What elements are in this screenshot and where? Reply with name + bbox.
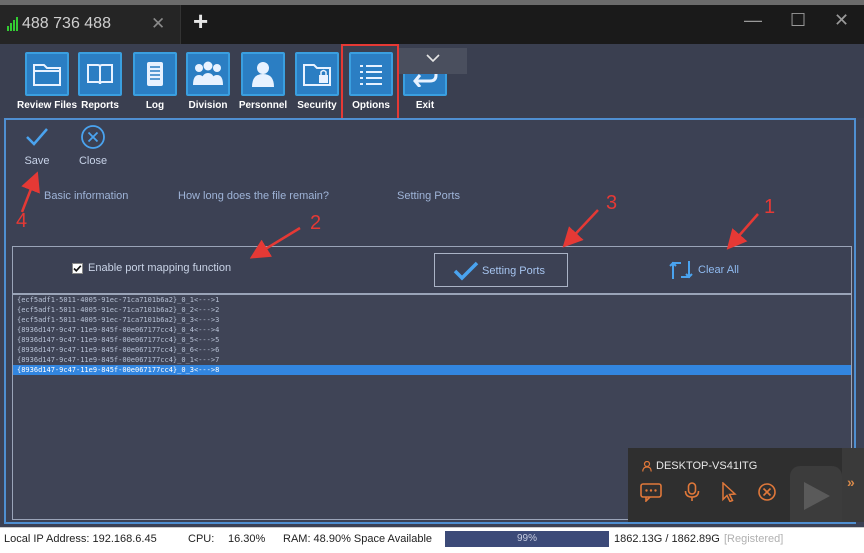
remote-screen-preview[interactable] — [790, 466, 842, 522]
ram-status: RAM: 48.90% Space Available — [283, 533, 432, 545]
close-circle-icon[interactable] — [757, 482, 777, 502]
cpu-value: 16.30% — [228, 533, 266, 545]
expand-icon: » — [847, 474, 855, 490]
cpu-label: CPU: — [188, 533, 215, 545]
disk-usage-percent: 99% — [516, 533, 537, 544]
disk-space: 1862.13G / 1862.89G — [614, 533, 720, 545]
registration-status: [Registered] — [724, 533, 784, 545]
pointer-icon[interactable] — [720, 482, 738, 502]
annotation-arrow-2 — [249, 226, 301, 259]
chat-icon[interactable] — [640, 482, 662, 502]
play-icon — [804, 482, 830, 510]
annotation-arrow-3 — [562, 209, 599, 248]
annotation-arrow-1 — [726, 213, 759, 250]
mic-icon[interactable] — [683, 482, 701, 502]
expand-panel-button[interactable]: » — [842, 448, 864, 522]
ip-address: Local IP Address: 192.168.6.45 — [4, 533, 157, 545]
remote-host-name: DESKTOP-VS41ITG — [656, 460, 758, 472]
user-icon — [642, 461, 652, 472]
disk-usage-bar: 99% — [445, 531, 609, 547]
annotation-arrow-4 — [20, 171, 40, 213]
remote-control-widget: DESKTOP-VS41ITG » — [628, 448, 864, 522]
status-bar: Local IP Address: 192.168.6.45 CPU: 16.3… — [0, 527, 864, 553]
